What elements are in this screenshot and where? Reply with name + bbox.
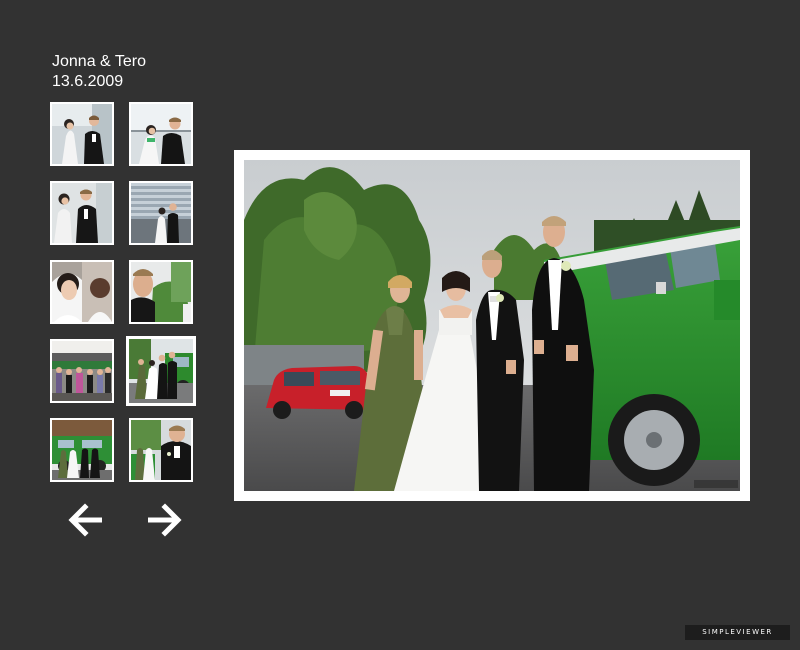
thumbnail-10-image: [131, 420, 191, 480]
arrow-right-icon: [148, 503, 182, 537]
simpleviewer-badge[interactable]: SIMPLEVIEWER: [685, 625, 790, 640]
main-image-photo: [244, 160, 740, 491]
thumbnail-6-image: [131, 262, 191, 322]
thumbnail-8-selected[interactable]: [126, 336, 196, 406]
thumbnail-8-image: [129, 339, 193, 403]
album-title-block: Jonna & Tero 13.6.2009: [52, 52, 146, 92]
main-image-frame: [234, 150, 750, 501]
thumbnail-9-image: [52, 420, 112, 480]
previous-button[interactable]: [68, 503, 104, 537]
gallery-viewer: Jonna & Tero 13.6.2009 SIMPLEVIEWER: [0, 0, 800, 650]
main-image[interactable]: [244, 160, 740, 491]
arrow-left-icon: [68, 503, 102, 537]
thumbnail-7-image: [52, 341, 112, 401]
thumbnail-1-image: [52, 104, 112, 164]
thumbnail-10[interactable]: [129, 418, 193, 482]
thumbnail-1[interactable]: [50, 102, 114, 166]
thumbnail-5[interactable]: [50, 260, 114, 324]
thumbnail-2-image: [131, 104, 191, 164]
thumbnail-6[interactable]: [129, 260, 193, 324]
album-title: Jonna & Tero: [52, 53, 146, 70]
thumbnail-3[interactable]: [50, 181, 114, 245]
thumbnail-4[interactable]: [129, 181, 193, 245]
thumbnail-2[interactable]: [129, 102, 193, 166]
thumbnail-3-image: [52, 183, 112, 243]
thumbnail-4-image: [131, 183, 191, 243]
thumbnail-7[interactable]: [50, 339, 114, 403]
thumbnail-9[interactable]: [50, 418, 114, 482]
thumbnail-5-image: [52, 262, 112, 322]
album-date: 13.6.2009: [52, 73, 124, 90]
next-button[interactable]: [146, 503, 182, 537]
